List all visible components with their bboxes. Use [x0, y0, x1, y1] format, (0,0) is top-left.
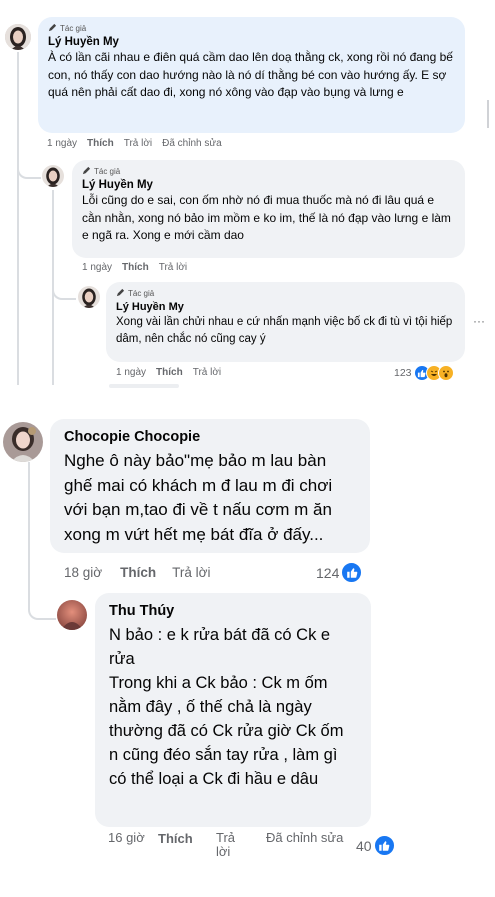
comment-text: Trong khi a Ck bảo : Ck m ốm nằm đây , ố…: [109, 674, 344, 788]
comment-time[interactable]: 1 ngày: [82, 262, 112, 273]
reply-bubble: Tác giả Lý Huyền My Lỗi cũng do e sai, c…: [72, 160, 465, 258]
reaction-count: 124: [316, 564, 340, 581]
reply-button[interactable]: Trả lời: [216, 831, 250, 859]
comment-time[interactable]: 1 ngày: [47, 138, 77, 149]
reply-bubble: Tác giả Lý Huyền My Xong vài lần chửi nh…: [106, 282, 465, 362]
like-button[interactable]: Thích: [120, 565, 156, 580]
comment-author[interactable]: Thu Thúy: [109, 603, 357, 619]
reply-button[interactable]: Trả lời: [193, 367, 221, 378]
like-button[interactable]: Thích: [122, 262, 149, 273]
scroll-edge: [487, 100, 489, 128]
pen-icon: [82, 166, 91, 177]
more-options-icon[interactable]: ···: [473, 314, 485, 328]
thread-line: [17, 52, 19, 385]
reaction-count: 40: [356, 837, 372, 854]
comment-text: N bảo : e k rửa bát đã có Ck e rửa: [109, 626, 331, 668]
thread-line: [28, 462, 30, 602]
comment-time[interactable]: 16 giờ: [108, 831, 152, 845]
comment-text: À có lần cãi nhau e điên quá cầm dao lên…: [48, 50, 453, 99]
reply-button[interactable]: Trả lời: [172, 565, 210, 580]
scroll-fade: [109, 384, 179, 388]
comment-actions: 1 ngày Thích Trả lời: [116, 367, 231, 378]
thread-connector: [28, 598, 56, 620]
comment-author[interactable]: Lý Huyền My: [48, 36, 455, 48]
avatar[interactable]: [42, 165, 64, 187]
reply-button[interactable]: Trả lời: [124, 138, 152, 149]
edited-label[interactable]: Đã chỉnh sửa: [162, 138, 222, 149]
like-button[interactable]: Thích: [87, 138, 114, 149]
author-badge-label: Tác giả: [60, 24, 87, 33]
comment-time[interactable]: 1 ngày: [116, 367, 146, 378]
avatar[interactable]: [57, 600, 87, 630]
comment-bubble: Tác giả Lý Huyền My À có lần cãi nhau e …: [38, 17, 465, 133]
like-reaction-icon: [373, 835, 395, 856]
comment-actions: 1 ngày Thích Trả lời: [82, 262, 197, 273]
comment-actions: 18 giờ Thích Trả lời: [64, 565, 221, 580]
comment-bubble: Chocopie Chocopie Nghe ô này bảo"mẹ bảo …: [50, 419, 370, 553]
reaction-summary[interactable]: 40: [356, 835, 395, 856]
like-button[interactable]: Thích: [158, 831, 193, 846]
comment-text: Xong vài lần chửi nhau e cứ nhấn mạnh vi…: [116, 316, 453, 345]
comment-text: Lỗi cũng do e sai, con ốm nhờ nó đi mua …: [82, 193, 451, 242]
reply-bubble: Thu Thúy N bảo : e k rửa bát đã có Ck e …: [95, 593, 371, 827]
comment-author[interactable]: Chocopie Chocopie: [64, 429, 356, 445]
reaction-count: 123: [394, 367, 412, 379]
reaction-summary[interactable]: 124: [316, 562, 363, 583]
comment-time[interactable]: 18 giờ: [64, 565, 102, 580]
author-badge-label: Tác giả: [128, 289, 155, 298]
thread-connector: [52, 276, 76, 300]
wow-reaction-icon: [437, 365, 454, 381]
comment-text: Nghe ô này bảo"mẹ bảo m lau bàn ghế mai …: [64, 451, 333, 544]
like-reaction-icon: [341, 562, 363, 583]
author-badge: Tác giả: [82, 166, 455, 177]
comment-author[interactable]: Lý Huyền My: [82, 179, 455, 191]
comment-author[interactable]: Lý Huyền My: [116, 301, 455, 313]
pen-icon: [48, 23, 57, 34]
reply-button[interactable]: Trả lời: [159, 262, 187, 273]
edited-label[interactable]: Đã chỉnh sửa: [266, 831, 346, 845]
pen-icon: [116, 288, 125, 299]
avatar[interactable]: [3, 422, 43, 462]
thread-connector: [17, 150, 41, 179]
author-badge: Tác giả: [116, 288, 455, 299]
reaction-summary[interactable]: 123: [394, 365, 454, 381]
author-badge-label: Tác giả: [94, 167, 121, 176]
like-button[interactable]: Thích: [156, 367, 183, 378]
comment-actions: 1 ngày Thích Trả lời Đã chỉnh sửa: [47, 138, 232, 149]
author-badge: Tác giả: [48, 23, 455, 34]
avatar[interactable]: [5, 24, 31, 50]
avatar[interactable]: [78, 286, 100, 308]
